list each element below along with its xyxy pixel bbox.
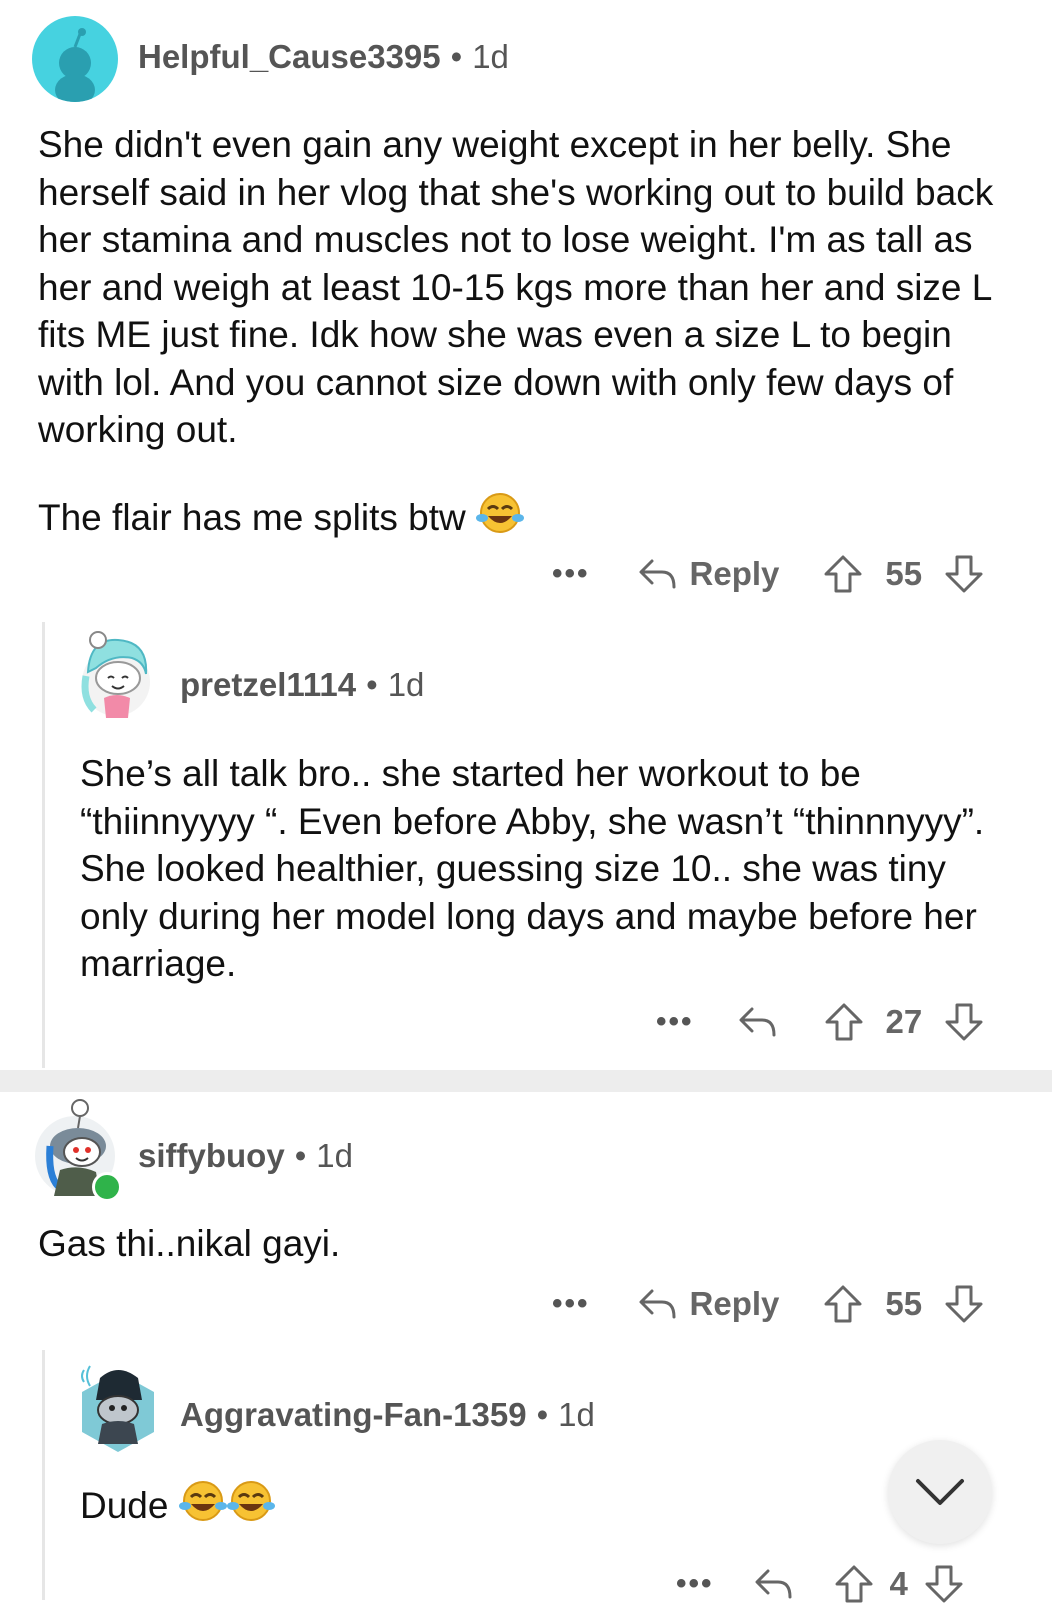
- reply-arrow-icon: [739, 1007, 776, 1037]
- comment-body: She didn't even gain any weight except i…: [38, 121, 1013, 541]
- avatar[interactable]: [76, 1358, 160, 1454]
- comment-paragraph: Gas thi..nikal gayi.: [38, 1223, 341, 1264]
- timestamp: 1d: [387, 666, 425, 703]
- upvote-button[interactable]: [824, 1002, 864, 1042]
- upvote-button[interactable]: [823, 554, 863, 594]
- downvote-arrow-icon: [945, 1003, 983, 1041]
- comment-body: Dude: [80, 1478, 880, 1530]
- reply-button[interactable]: Reply: [638, 555, 780, 593]
- snoo-avatar-icon: [81, 1365, 154, 1452]
- more-options-button[interactable]: •••: [552, 1287, 590, 1321]
- downvote-button[interactable]: [944, 1284, 984, 1324]
- reply-label: Reply: [689, 1285, 780, 1322]
- tears-of-joy-emoji-icon: [226, 1478, 275, 1524]
- reply-arrow-icon: [639, 559, 676, 589]
- upvote-button[interactable]: [823, 1284, 863, 1324]
- downvote-arrow-icon: [945, 1285, 983, 1323]
- downvote-button[interactable]: [944, 1002, 984, 1042]
- reply-label: Reply: [689, 555, 780, 592]
- comment-actions: ••• 4: [676, 1562, 964, 1606]
- comment-paragraph: She didn't even gain any weight except i…: [38, 124, 994, 450]
- downvote-button[interactable]: [944, 554, 984, 594]
- comment-header: Helpful_Cause3395 • 1d: [138, 38, 509, 76]
- comment-actions: ••• Reply 55: [552, 552, 984, 596]
- comment-header: Aggravating-Fan-1359 • 1d: [180, 1396, 595, 1434]
- separator: •: [366, 666, 378, 703]
- comment-actions: ••• 27: [656, 1000, 984, 1044]
- snoo-avatar-icon: [55, 28, 95, 102]
- downvote-button[interactable]: [924, 1564, 964, 1604]
- more-options-button[interactable]: •••: [552, 557, 590, 591]
- vote-count: 55: [885, 1285, 923, 1322]
- comment-header: siffybuoy • 1d: [138, 1137, 353, 1175]
- upvote-button[interactable]: [834, 1564, 874, 1604]
- upvote-arrow-icon: [824, 555, 862, 593]
- reply-button[interactable]: [738, 1005, 778, 1039]
- separator: •: [450, 38, 463, 75]
- snoo-avatar-icon: [81, 631, 150, 718]
- username-link[interactable]: siffybuoy: [138, 1137, 285, 1174]
- reply-arrow-icon: [639, 1289, 676, 1319]
- scroll-to-next-button[interactable]: [888, 1440, 992, 1544]
- downvote-arrow-icon: [945, 555, 983, 593]
- timestamp: 1d: [558, 1396, 595, 1433]
- separator: •: [536, 1396, 549, 1433]
- vote-count: 55: [885, 555, 923, 592]
- online-status-indicator: [92, 1172, 122, 1202]
- upvote-arrow-icon: [825, 1003, 863, 1041]
- reply-arrow-icon: [755, 1569, 792, 1599]
- thread-divider: [0, 1070, 1052, 1092]
- comment-actions: ••• Reply 55: [552, 1282, 984, 1326]
- comment-body: Gas thi..nikal gayi.: [38, 1220, 1013, 1268]
- avatar[interactable]: [72, 628, 160, 724]
- comment-paragraph: Dude: [80, 1478, 880, 1530]
- vote-count: 4: [889, 1565, 908, 1602]
- reply-button[interactable]: Reply: [638, 1285, 780, 1323]
- separator: •: [294, 1137, 307, 1174]
- comment-text: The flair has me splits btw: [38, 496, 466, 538]
- comment-paragraph: The flair has me splits btw: [38, 490, 1013, 542]
- comment-body: She’s all talk bro.. she started her wor…: [80, 750, 1015, 988]
- reply-button[interactable]: [754, 1567, 794, 1601]
- thread-line[interactable]: [42, 622, 45, 1068]
- comment-text: Dude: [80, 1485, 169, 1526]
- tears-of-joy-emoji-icon: [476, 490, 524, 536]
- upvote-arrow-icon: [835, 1565, 873, 1603]
- thread-line[interactable]: [42, 1350, 45, 1600]
- vote-count: 27: [885, 1003, 923, 1040]
- avatar[interactable]: [32, 16, 118, 102]
- downvote-arrow-icon: [925, 1565, 963, 1603]
- username-link[interactable]: pretzel1114: [180, 666, 356, 703]
- avatar[interactable]: [30, 1096, 122, 1202]
- more-options-button[interactable]: •••: [656, 1005, 694, 1039]
- upvote-arrow-icon: [824, 1285, 862, 1323]
- username-link[interactable]: Helpful_Cause3395: [138, 38, 441, 75]
- timestamp: 1d: [316, 1137, 353, 1174]
- tears-of-joy-emoji-icon: [178, 1478, 227, 1524]
- more-options-button[interactable]: •••: [676, 1567, 714, 1601]
- comment-paragraph: She’s all talk bro.. she started her wor…: [80, 753, 985, 984]
- timestamp: 1d: [472, 38, 509, 75]
- chevron-down-icon: [916, 1479, 964, 1505]
- comment-header: pretzel1114 • 1d: [180, 666, 424, 704]
- username-link[interactable]: Aggravating-Fan-1359: [180, 1396, 527, 1433]
